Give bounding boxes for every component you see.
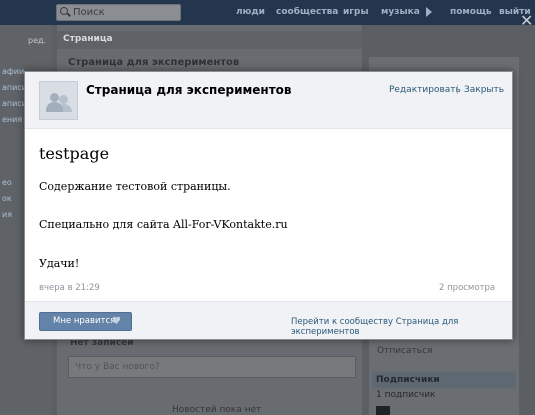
modal-header: Страница для экспериментов Редактировать… xyxy=(25,72,512,129)
wiki-page-modal: Страница для экспериментов Редактировать… xyxy=(24,71,513,340)
modal-body: testpage Содержание тестовой страницы. С… xyxy=(25,130,512,301)
nav-games[interactable]: игры xyxy=(343,7,369,17)
nav-people[interactable]: люди xyxy=(236,7,265,17)
post-input[interactable]: Что у Вас нового? xyxy=(68,356,356,378)
unsubscribe-link[interactable]: Отписаться xyxy=(377,346,432,356)
person-head-icon xyxy=(59,95,68,104)
close-icon[interactable]: ✕ xyxy=(520,13,533,29)
like-button[interactable]: Мне нравится ♥ xyxy=(39,312,132,331)
nav-help[interactable]: помощь xyxy=(450,7,492,17)
wiki-title: testpage xyxy=(39,144,110,163)
left-menu-item[interactable]: ок xyxy=(2,194,12,203)
modal-footer: Мне нравится ♥ Перейти к сообществу Стра… xyxy=(25,301,512,339)
modal-title: Страница для экспериментов xyxy=(86,83,292,97)
no-news-label: Новостей пока нет xyxy=(172,405,262,415)
left-menu-item[interactable]: ео xyxy=(2,178,12,187)
left-menu-item[interactable]: ения xyxy=(2,115,22,124)
wiki-text-line: Специально для сайта All-For-VKontakte.r… xyxy=(39,218,288,231)
post-date: вчера в 21:29 xyxy=(39,283,100,293)
subscribers-label: Подписчики xyxy=(376,375,440,385)
close-link[interactable]: Закрыть xyxy=(464,85,504,95)
person-head-icon xyxy=(50,93,59,102)
community-link[interactable]: Перейти к сообществу Страница для экспер… xyxy=(291,317,512,337)
left-edit-link[interactable]: ред. xyxy=(28,36,46,45)
left-menu-item[interactable]: ия xyxy=(2,210,12,219)
search-icon xyxy=(60,7,68,15)
wiki-text-line: Содержание тестовой страницы. xyxy=(39,180,231,193)
left-menu-item[interactable]: афии xyxy=(2,67,24,76)
play-arrow-icon[interactable] xyxy=(426,7,432,17)
community-avatar-icon[interactable] xyxy=(39,81,78,120)
link-separator: | xyxy=(456,85,460,95)
subscriber-avatar[interactable] xyxy=(376,406,390,415)
subscribers-count[interactable]: 1 подписчик xyxy=(376,390,435,400)
nav-communities[interactable]: сообщества xyxy=(276,7,338,17)
heart-icon: ♥ xyxy=(112,316,121,327)
section-label: Страница xyxy=(57,31,362,49)
person-body-icon xyxy=(46,102,63,112)
background-page-title: Страница для экспериментов xyxy=(68,57,240,68)
like-button-label: Мне нравится xyxy=(53,316,116,326)
edit-link[interactable]: Редактировать xyxy=(389,85,461,95)
wiki-text-line: Удачи! xyxy=(39,257,80,270)
search-input[interactable]: Поиск xyxy=(56,4,181,21)
view-count: 2 просмотра xyxy=(439,283,496,293)
nav-music[interactable]: музыка xyxy=(381,7,420,17)
top-bar: Поиск люди сообщества игры музыка помощь… xyxy=(0,0,535,25)
